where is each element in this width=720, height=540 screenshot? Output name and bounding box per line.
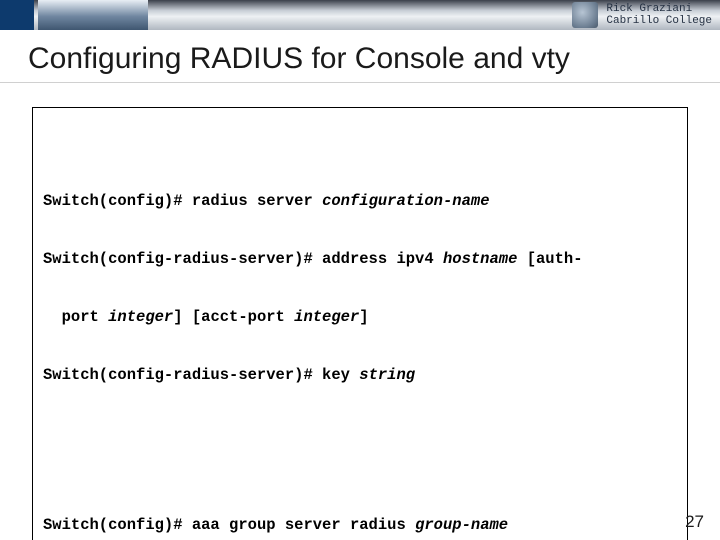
page-number: 27 <box>685 512 704 532</box>
header-accent-block <box>0 0 34 30</box>
code-line-wrap: port integer] [acct-port integer] <box>43 308 677 327</box>
code-line: Switch(config-radius-server)# address ip… <box>43 250 677 269</box>
header-artwork <box>38 0 148 30</box>
header-bar: Rick Graziani Cabrillo College <box>0 0 720 30</box>
code-block-1: Switch(config)# radius server configurat… <box>43 153 677 424</box>
page-title: Configuring RADIUS for Console and vty <box>28 42 692 76</box>
code-block-2: Switch(config)# aaa group server radius … <box>43 477 677 540</box>
code-line: Switch(config-radius-server)# key string <box>43 366 677 385</box>
cli-code-box: Switch(config)# radius server configurat… <box>32 107 688 540</box>
author-line2: Cabrillo College <box>606 15 712 27</box>
author-line1: Rick Graziani <box>606 3 712 15</box>
code-line: Switch(config)# aaa group server radius … <box>43 516 677 535</box>
author-text: Rick Graziani Cabrillo College <box>606 3 712 27</box>
content: Switch(config)# radius server configurat… <box>0 83 720 540</box>
header-author: Rick Graziani Cabrillo College <box>572 0 720 30</box>
globe-icon <box>572 2 598 28</box>
code-line: Switch(config)# radius server configurat… <box>43 192 677 211</box>
title-area: Configuring RADIUS for Console and vty <box>0 30 720 83</box>
